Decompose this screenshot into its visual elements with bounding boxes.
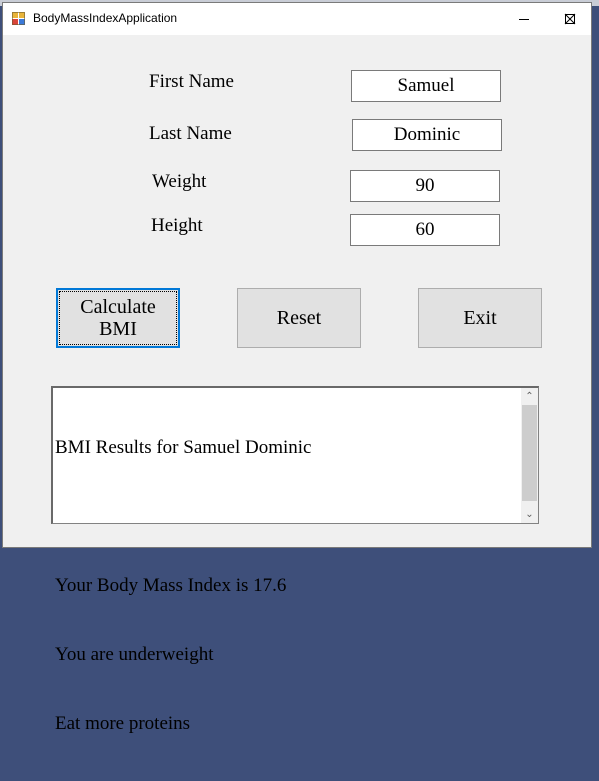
last-name-label: Last Name (149, 123, 232, 144)
close-icon (564, 13, 576, 25)
results-textbox[interactable]: BMI Results for Samuel Dominic Your Body… (51, 386, 539, 734)
exit-label: Exit (463, 307, 497, 329)
results-text: BMI Results for Samuel Dominic Your Body… (55, 390, 521, 781)
first-name-field[interactable] (351, 70, 501, 102)
title-bar[interactable]: BodyMassIndexApplication (3, 3, 591, 35)
window-title: BodyMassIndexApplication (33, 11, 178, 25)
results-line: BMI Results for Samuel Dominic (55, 437, 312, 458)
close-button[interactable] (547, 3, 593, 35)
results-line: Eat more proteins (55, 713, 191, 734)
results-line: Your Body Mass Index is 17.6 (55, 575, 287, 596)
weight-label: Weight (152, 171, 207, 192)
reset-label: Reset (276, 307, 322, 329)
vertical-scrollbar[interactable]: ⌃ ⌄ (521, 388, 538, 523)
exit-button[interactable]: Exit (418, 288, 542, 348)
scrollbar-thumb[interactable] (522, 405, 537, 501)
scroll-down-arrow-icon[interactable]: ⌄ (521, 506, 538, 523)
results-line: You are underweight (55, 644, 214, 665)
results-line (55, 505, 521, 528)
weight-field[interactable] (350, 170, 500, 202)
height-field[interactable] (350, 214, 500, 246)
calculate-bmi-label: Calculate BMI (80, 296, 156, 340)
minimize-icon (519, 19, 529, 20)
calculate-bmi-button[interactable]: Calculate BMI (56, 288, 180, 348)
winforms-app-icon (12, 12, 25, 25)
first-name-label: First Name (149, 71, 234, 92)
reset-button[interactable]: Reset (237, 288, 361, 348)
app-window: BodyMassIndexApplication First Name Last… (2, 2, 592, 734)
minimize-button[interactable] (501, 3, 547, 35)
last-name-field[interactable] (352, 119, 502, 151)
scroll-up-arrow-icon[interactable]: ⌃ (521, 388, 538, 405)
height-label: Height (151, 215, 203, 236)
